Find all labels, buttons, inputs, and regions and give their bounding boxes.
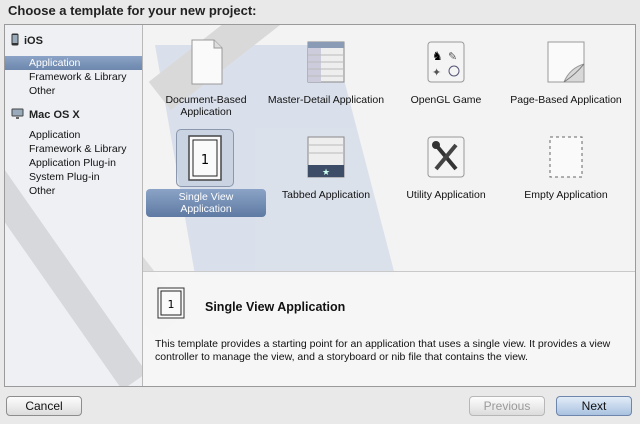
sidebar-section-label: iOS (24, 35, 43, 47)
sidebar-item-ios-framework-library[interactable]: Framework & Library (5, 70, 142, 84)
template-category-sidebar: iOS Application Framework & Library Othe… (5, 25, 143, 386)
empty-dashed-icon (542, 133, 590, 181)
description-text: This template provides a starting point … (155, 338, 611, 363)
page-curl-icon (542, 38, 590, 86)
template-label: Tabbed Application (281, 189, 371, 201)
tools-icon (422, 133, 470, 181)
svg-text:✦: ✦ (432, 66, 441, 79)
dialog-title: Choose a template for your new project: (8, 3, 257, 18)
template-label: Single View Application (146, 189, 266, 217)
template-utility[interactable]: Utility Application (386, 133, 506, 223)
template-label-text: Single View Application (146, 189, 266, 217)
svg-text:♞: ♞ (432, 49, 443, 63)
svg-text:★: ★ (322, 168, 330, 178)
template-single-view[interactable]: 1 Single View Application (146, 129, 266, 223)
template-label: Page-Based Application (510, 94, 622, 106)
previous-button[interactable]: Previous (469, 396, 545, 416)
sidebar-item-mac-other[interactable]: Other (5, 184, 142, 198)
template-grid: Document-Based Application Master-Detail… (143, 25, 635, 271)
template-opengl-game[interactable]: ♞ ✎ ✦ OpenGL Game (386, 38, 506, 128)
sidebar-item-mac-application[interactable]: Application (5, 128, 142, 142)
sidebar-item-mac-system-plugin[interactable]: System Plug-in (5, 170, 142, 184)
template-label: Document-Based Application (165, 94, 247, 118)
template-document-based[interactable]: Document-Based Application (146, 38, 266, 128)
sidebar-item-ios-application[interactable]: Application (5, 56, 142, 70)
master-detail-icon (302, 38, 350, 86)
template-chooser-panel: iOS Application Framework & Library Othe… (4, 24, 636, 387)
tabbed-icon: ★ (302, 133, 350, 181)
sidebar-section-label: Mac OS X (29, 109, 80, 121)
description-icon-number: 1 (168, 298, 175, 311)
svg-text:✎: ✎ (448, 50, 457, 63)
description-title: Single View Application (205, 300, 346, 314)
next-button[interactable]: Next (556, 396, 632, 416)
template-description-pane: 1 Single View Application This template … (143, 271, 635, 386)
iphone-icon (11, 33, 19, 49)
template-label: Empty Application (524, 189, 608, 201)
template-tabbed[interactable]: ★ Tabbed Application (266, 133, 386, 223)
template-page-based[interactable]: Page-Based Application (506, 38, 626, 128)
template-label: Utility Application (406, 189, 486, 201)
sidebar-item-mac-framework-library[interactable]: Framework & Library (5, 142, 142, 156)
cancel-button[interactable]: Cancel (6, 396, 82, 416)
sidebar-section-ios: iOS (5, 30, 142, 52)
sidebar-item-ios-other[interactable]: Other (5, 84, 142, 98)
template-master-detail[interactable]: Master-Detail Application (266, 38, 386, 128)
single-view-icon: 1 (157, 287, 185, 319)
sidebar-section-macosx: Mac OS X (5, 104, 142, 126)
single-view-icon-number: 1 (201, 153, 209, 168)
template-empty[interactable]: Empty Application (506, 133, 626, 223)
document-icon (182, 38, 230, 86)
template-label: OpenGL Game (410, 94, 482, 106)
sidebar-item-mac-application-plugin[interactable]: Application Plug-in (5, 156, 142, 170)
template-label: Master-Detail Application (267, 94, 385, 106)
mac-icon (11, 108, 24, 123)
single-view-icon: 1 (176, 129, 234, 187)
opengl-game-icon: ♞ ✎ ✦ (422, 38, 470, 86)
